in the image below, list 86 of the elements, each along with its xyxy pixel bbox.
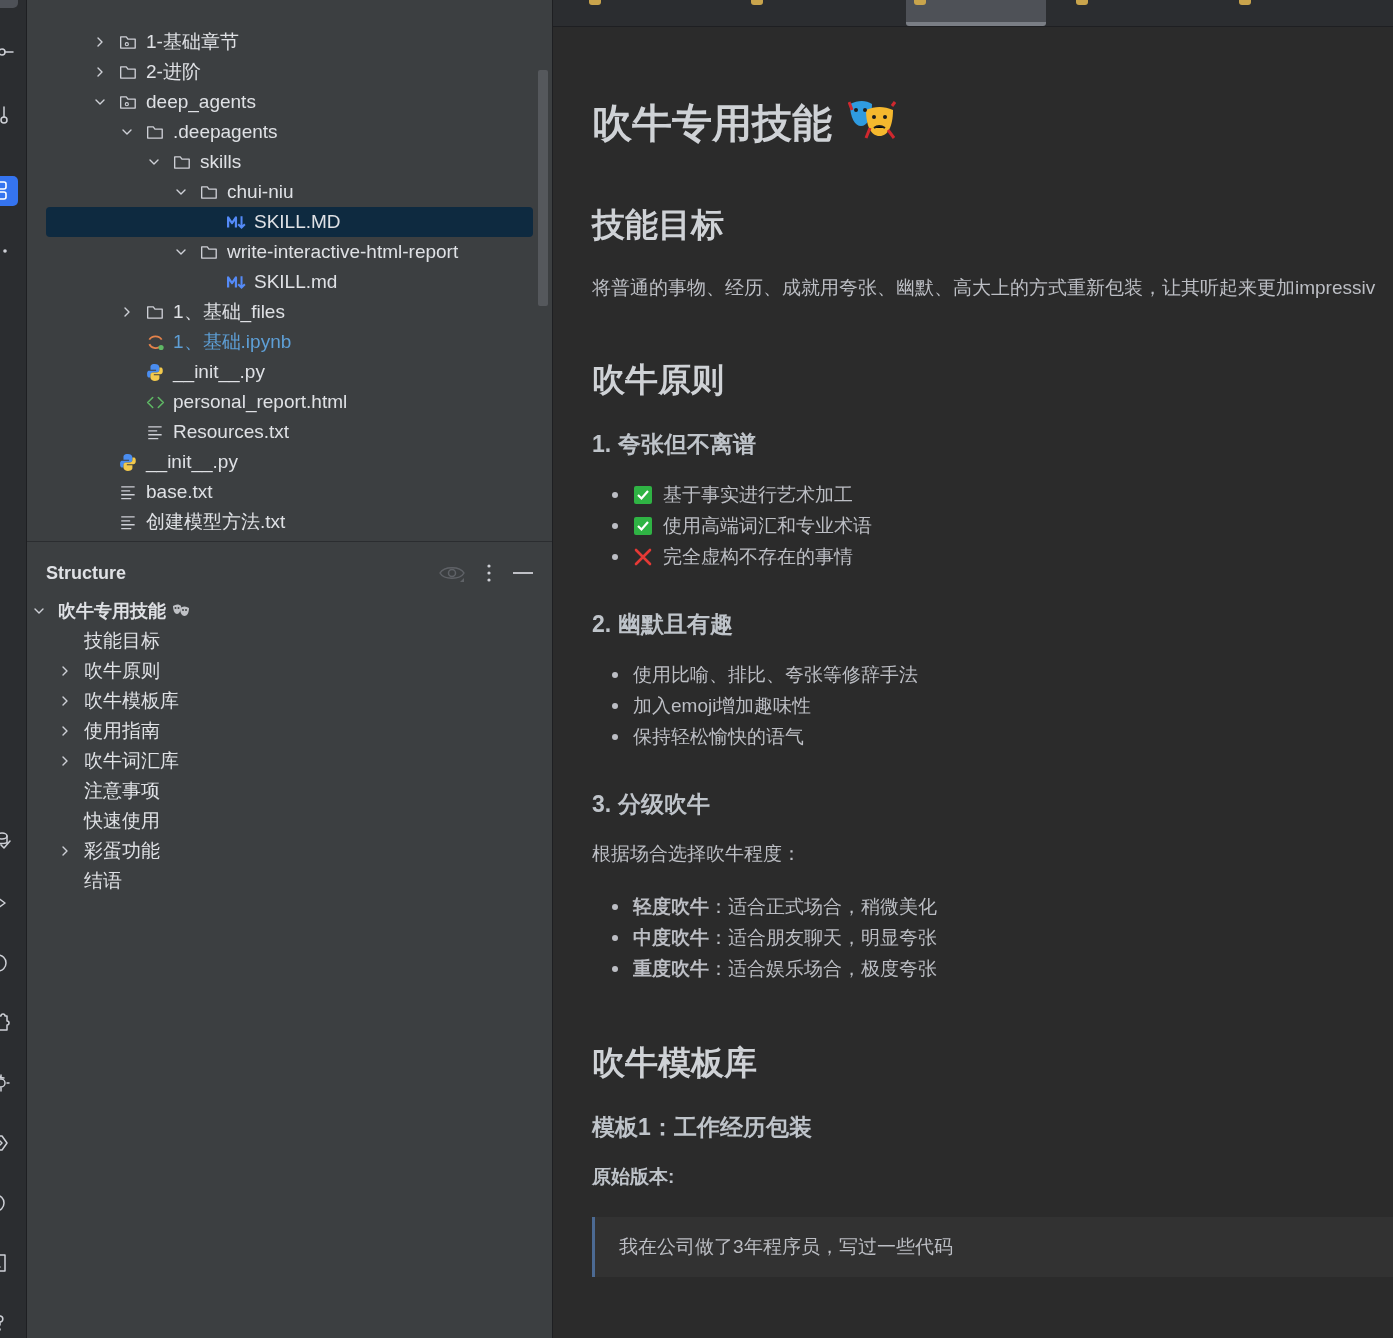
python-icon: [146, 362, 165, 382]
file-tree-item[interactable]: 创建模型方法.txt: [46, 507, 533, 537]
structure-item[interactable]: 吹牛原则: [84, 658, 160, 684]
bullet: [612, 903, 618, 910]
file-tree-item[interactable]: 1-基础章节: [46, 27, 533, 57]
file-tree-item[interactable]: __init__.py: [46, 447, 533, 477]
list-item-text: 加入emoji增加趣味性: [633, 693, 812, 718]
file-name: 1、基础_files: [173, 300, 285, 325]
file-name: 创建模型方法.txt: [146, 510, 286, 534]
bullet: [612, 553, 618, 560]
structure-item[interactable]: 吹牛模板库: [84, 688, 179, 714]
subsection-heading: 1. 夸张但不离谱: [592, 430, 757, 459]
list-item-text: 重度吹牛：适合娱乐场合，极度夸张: [633, 956, 937, 981]
list-item-text: 完全虚构不存在的事情: [663, 544, 853, 569]
minimize-icon[interactable]: [513, 571, 533, 575]
subsection-heading: 3. 分级吹牛: [592, 790, 711, 819]
file-name: skills: [200, 151, 242, 173]
paragraph: 根据场合选择吹牛程度：: [592, 842, 802, 866]
file-name: chui-niu: [227, 181, 294, 203]
structure-item[interactable]: 快速使用: [84, 808, 160, 834]
structure-item[interactable]: 彩蛋功能: [84, 838, 160, 864]
file-name: 1、基础.ipynb: [173, 330, 292, 354]
list-item-text: 轻度吹牛：适合正式场合，稍微美化: [633, 894, 937, 919]
section-heading: 吹牛原则: [592, 360, 725, 400]
file-name: write-interactive-html-report: [227, 241, 459, 263]
structure-item[interactable]: 技能目标: [84, 628, 160, 654]
file-tree-item[interactable]: 2-进阶: [46, 57, 533, 87]
list-item-text: 中度吹牛：适合朋友聊天，明显夸张: [633, 925, 937, 950]
bullet: [612, 934, 618, 941]
file-tree-item[interactable]: write-interactive-html-report: [46, 237, 533, 267]
file-name: .deepagents: [173, 121, 278, 143]
bold-label: 原始版本:: [592, 1165, 676, 1189]
document-title: 吹牛专用技能: [592, 99, 832, 147]
file-tree-item[interactable]: deep_agents: [46, 87, 533, 117]
structure-item[interactable]: 注意事项: [84, 778, 160, 804]
file-name: Resources.txt: [173, 421, 290, 443]
file-tree-item[interactable]: base.txt: [46, 477, 533, 507]
notebook-icon: [146, 332, 165, 352]
bullet: [612, 671, 618, 678]
file-tree-item[interactable]: .deepagents: [46, 117, 533, 147]
subsection-heading: 模板1：工作经历包装: [592, 1113, 813, 1142]
file-tree-item[interactable]: chui-niu: [46, 177, 533, 207]
bullet: [612, 733, 618, 740]
project-tool-icon[interactable]: [0, 176, 18, 206]
file-tree-item[interactable]: 1、基础_files: [46, 297, 533, 327]
file-name: SKILL.MD: [254, 211, 341, 233]
bullet: [612, 522, 618, 529]
file-tree-item[interactable]: Resources.txt: [46, 417, 533, 447]
cross-icon: [633, 546, 653, 567]
section-heading: 技能目标: [592, 205, 725, 245]
python-icon: [119, 452, 138, 472]
file-name: 1-基础章节: [146, 30, 239, 54]
file-tree-item[interactable]: SKILL.MD: [46, 207, 533, 237]
file-name: deep_agents: [146, 91, 256, 113]
checkmark-icon: [633, 484, 653, 505]
structure-item[interactable]: 结语: [84, 868, 122, 894]
scrollbar[interactable]: [538, 70, 548, 306]
list-item-text: 保持轻松愉快的语气: [633, 724, 804, 749]
list-item-text: 使用比喻、排比、夸张等修辞手法: [633, 662, 918, 687]
structure-item[interactable]: 使用指南: [84, 718, 160, 744]
checkmark-icon: [633, 515, 653, 536]
subsection-heading: 2. 幽默且有趣: [592, 610, 734, 639]
bullet: [612, 965, 618, 972]
file-tree-item[interactable]: __init__.py: [46, 357, 533, 387]
blockquote: 我在公司做了3年程序员，写过一些代码: [592, 1217, 1393, 1277]
file-name: 2-进阶: [146, 60, 201, 84]
bullet: [612, 702, 618, 709]
theater-masks-icon: [172, 604, 190, 618]
file-name: SKILL.md: [254, 271, 338, 293]
file-name: personal_report.html: [173, 391, 348, 413]
file-tree-item[interactable]: skills: [46, 147, 533, 177]
panel-title: Structure: [46, 562, 127, 584]
file-tree-item[interactable]: personal_report.html: [46, 387, 533, 417]
file-tree-item[interactable]: 1、基础.ipynb: [46, 327, 533, 357]
structure-item[interactable]: 吹牛词汇库: [84, 748, 179, 774]
file-name: base.txt: [146, 481, 213, 503]
section-heading: 吹牛模板库: [592, 1043, 758, 1083]
list-item-text: 基于事实进行艺术加工: [663, 482, 853, 507]
more-options-icon[interactable]: [487, 564, 491, 582]
bullet: [612, 491, 618, 498]
file-tree-item[interactable]: SKILL.md: [46, 267, 533, 297]
paragraph: 将普通的事物、经历、成就用夸张、幽默、高大上的方式重新包装，让其听起来更加impressiv: [592, 276, 1377, 300]
file-name: __init__.py: [146, 451, 238, 473]
list-item-text: 使用高端词汇和专业术语: [663, 513, 872, 538]
structure-item[interactable]: 吹牛专用技能: [58, 599, 166, 623]
file-name: __init__.py: [173, 361, 265, 383]
